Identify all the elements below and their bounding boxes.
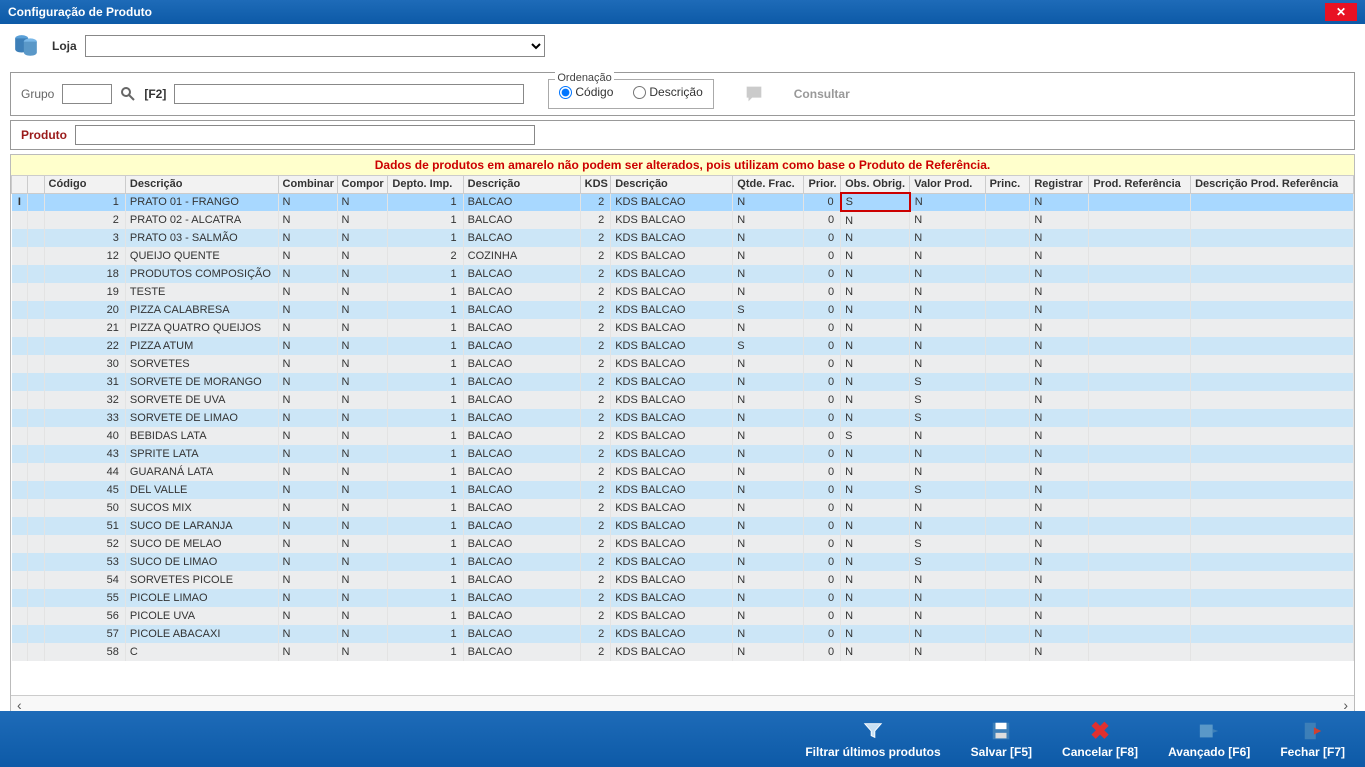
ord-descricao-radio[interactable] <box>633 86 646 99</box>
table-row[interactable]: I1PRATO 01 - FRANGONN1BALCAO2KDS BALCAON… <box>12 193 1354 211</box>
col-indicator2 <box>28 176 44 194</box>
col-desc3[interactable]: Descrição <box>611 176 733 194</box>
ordenacao-group: Ordenação Código Descrição <box>548 79 713 109</box>
col-reg[interactable]: Registrar <box>1030 176 1089 194</box>
filters-panel: Grupo [F2] Ordenação Código Descrição Co… <box>10 72 1355 116</box>
col-princ[interactable]: Princ. <box>985 176 1030 194</box>
save-icon <box>989 719 1013 743</box>
table-row[interactable]: 52SUCO DE MELAONN1BALCAO2KDS BALCAON0NSN <box>12 535 1354 553</box>
col-prior[interactable]: Prior. <box>804 176 841 194</box>
advanced-icon <box>1197 719 1221 743</box>
table-row[interactable]: 45DEL VALLENN1BALCAO2KDS BALCAON0NSN <box>12 481 1354 499</box>
f2-input[interactable] <box>174 84 524 104</box>
table-row[interactable]: 57PICOLE ABACAXINN1BALCAO2KDS BALCAON0NN… <box>12 625 1354 643</box>
col-descricao[interactable]: Descrição <box>125 176 278 194</box>
col-compor[interactable]: Compor <box>337 176 388 194</box>
table-row[interactable]: 20PIZZA CALABRESANN1BALCAO2KDS BALCAOS0N… <box>12 301 1354 319</box>
table-row[interactable]: 3PRATO 03 - SALMÃONN1BALCAO2KDS BALCAON0… <box>12 229 1354 247</box>
footer-toolbar: Filtrar últimos produtos Salvar [F5] ✖ C… <box>0 711 1365 767</box>
produto-label: Produto <box>21 128 67 142</box>
table-row[interactable]: 53SUCO DE LIMAONN1BALCAO2KDS BALCAON0NSN <box>12 553 1354 571</box>
produto-input[interactable] <box>75 125 535 145</box>
cancelar-button[interactable]: ✖ Cancelar [F8] <box>1062 719 1138 759</box>
col-indicator <box>12 176 28 194</box>
ord-codigo-radio[interactable] <box>559 86 572 99</box>
table-row[interactable]: 55PICOLE LIMAONN1BALCAO2KDS BALCAON0NNN <box>12 589 1354 607</box>
f2-label: [F2] <box>144 87 166 101</box>
ord-codigo-option[interactable]: Código <box>559 85 613 99</box>
col-codigo[interactable]: Código <box>44 176 125 194</box>
exit-icon <box>1301 719 1325 743</box>
speech-icon <box>742 82 766 106</box>
header-row: Código Descrição Combinar Compor Depto. … <box>12 176 1354 194</box>
loja-toolbar: Loja <box>0 24 1365 68</box>
table-row[interactable]: 19TESTENN1BALCAO2KDS BALCAON0NNN <box>12 283 1354 301</box>
funnel-icon <box>861 719 885 743</box>
ordenacao-legend: Ordenação <box>555 72 613 84</box>
search-icon[interactable] <box>120 86 136 102</box>
grid-container: Dados de produtos em amarelo não podem s… <box>10 154 1355 714</box>
col-valor[interactable]: Valor Prod. <box>910 176 985 194</box>
col-qtde[interactable]: Qtde. Frac. <box>733 176 804 194</box>
table-row[interactable]: 30SORVETESNN1BALCAO2KDS BALCAON0NNN <box>12 355 1354 373</box>
table-row[interactable]: 44GUARANÁ LATANN1BALCAO2KDS BALCAON0NNN <box>12 463 1354 481</box>
col-combinar[interactable]: Combinar <box>278 176 337 194</box>
cancel-icon: ✖ <box>1088 719 1112 743</box>
table-row[interactable]: 33SORVETE DE LIMAONN1BALCAO2KDS BALCAON0… <box>12 409 1354 427</box>
window-title: Configuração de Produto <box>8 5 152 19</box>
col-obs[interactable]: Obs. Obrig. <box>841 176 910 194</box>
grupo-input[interactable] <box>62 84 112 104</box>
avancado-button[interactable]: Avançado [F6] <box>1168 719 1250 759</box>
table-row[interactable]: 32SORVETE DE UVANN1BALCAO2KDS BALCAON0NS… <box>12 391 1354 409</box>
ord-descricao-option[interactable]: Descrição <box>633 85 702 99</box>
grupo-label: Grupo <box>21 87 54 101</box>
close-button[interactable]: ✕ <box>1325 3 1357 21</box>
consultar-button[interactable]: Consultar <box>794 87 850 101</box>
produto-panel: Produto <box>10 120 1355 150</box>
table-row[interactable]: 43SPRITE LATANN1BALCAO2KDS BALCAON0NNN <box>12 445 1354 463</box>
database-icon <box>12 32 40 60</box>
col-desc2[interactable]: Descrição <box>463 176 580 194</box>
data-grid[interactable]: Código Descrição Combinar Compor Depto. … <box>11 175 1354 695</box>
warning-banner: Dados de produtos em amarelo não podem s… <box>11 155 1354 175</box>
table-row[interactable]: 51SUCO DE LARANJANN1BALCAO2KDS BALCAON0N… <box>12 517 1354 535</box>
col-kds[interactable]: KDS <box>580 176 611 194</box>
table-row[interactable]: 21PIZZA QUATRO QUEIJOSNN1BALCAO2KDS BALC… <box>12 319 1354 337</box>
loja-select[interactable] <box>85 35 545 57</box>
fechar-button[interactable]: Fechar [F7] <box>1280 719 1345 759</box>
col-prodref[interactable]: Prod. Referência <box>1089 176 1191 194</box>
table-row[interactable]: 22PIZZA ATUMNN1BALCAO2KDS BALCAOS0NNN <box>12 337 1354 355</box>
table-row[interactable]: 54SORVETES PICOLENN1BALCAO2KDS BALCAON0N… <box>12 571 1354 589</box>
loja-label: Loja <box>52 39 77 53</box>
table-row[interactable]: 18PRODUTOS COMPOSIÇÃONN1BALCAO2KDS BALCA… <box>12 265 1354 283</box>
table-row[interactable]: 50SUCOS MIXNN1BALCAO2KDS BALCAON0NNN <box>12 499 1354 517</box>
table-row[interactable]: 2PRATO 02 - ALCATRANN1BALCAO2KDS BALCAON… <box>12 211 1354 229</box>
table-row[interactable]: 58CNN1BALCAO2KDS BALCAON0NNN <box>12 643 1354 661</box>
col-descref[interactable]: Descrição Prod. Referência <box>1191 176 1354 194</box>
table-row[interactable]: 56PICOLE UVANN1BALCAO2KDS BALCAON0NNN <box>12 607 1354 625</box>
table-row[interactable]: 12QUEIJO QUENTENN2COZINHA2KDS BALCAON0NN… <box>12 247 1354 265</box>
filtrar-button[interactable]: Filtrar últimos produtos <box>805 719 940 759</box>
titlebar: Configuração de Produto ✕ <box>0 0 1365 24</box>
table-row[interactable]: 31SORVETE DE MORANGONN1BALCAO2KDS BALCAO… <box>12 373 1354 391</box>
col-depto[interactable]: Depto. Imp. <box>388 176 463 194</box>
table-row[interactable]: 40BEBIDAS LATANN1BALCAO2KDS BALCAON0SNN <box>12 427 1354 445</box>
salvar-button[interactable]: Salvar [F5] <box>971 719 1032 759</box>
